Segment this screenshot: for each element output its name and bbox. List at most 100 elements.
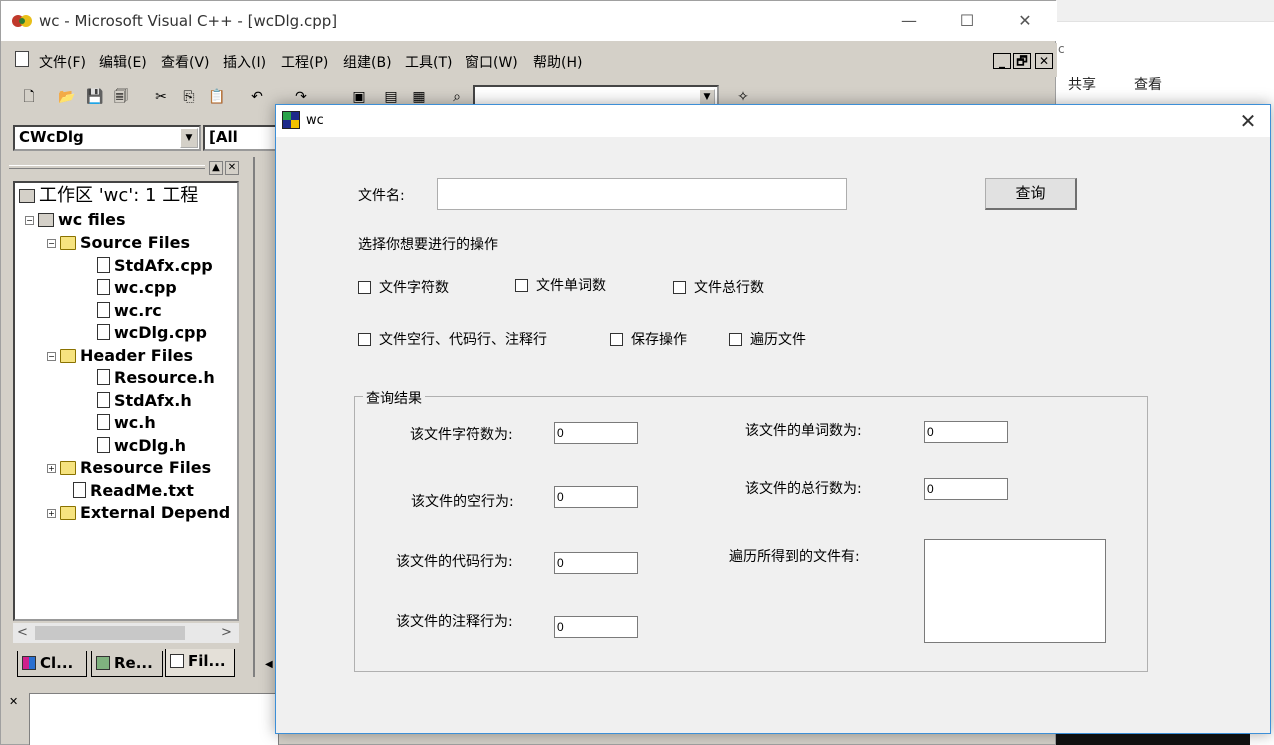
- scrollbar-thumb[interactable]: [35, 626, 185, 640]
- tree-node-workspace[interactable]: 工作区 'wc': 1 工程: [19, 185, 198, 207]
- chevron-left-icon[interactable]: ◀: [265, 659, 273, 670]
- tree-node-file[interactable]: ReadMe.txt: [73, 480, 194, 502]
- dialog-close-button[interactable]: ✕: [1228, 107, 1268, 135]
- tree-node-source-files[interactable]: − Source Files: [47, 232, 190, 254]
- tab-file-view[interactable]: Fil...: [165, 649, 235, 677]
- ribbon-tab-view[interactable]: 查看: [1134, 74, 1162, 94]
- checkbox-char-count[interactable]: 文件字符数: [358, 278, 449, 298]
- tree-node-file[interactable]: wc.h: [97, 412, 156, 434]
- explorer-address-hint: c: [1058, 42, 1065, 56]
- checkbox-box[interactable]: [358, 333, 371, 346]
- tab-resource-view[interactable]: Re...: [91, 651, 163, 677]
- explorer-ribbon: 共享 查看: [1040, 68, 1274, 104]
- maximize-button[interactable]: ☐: [949, 7, 985, 35]
- code-lines-field[interactable]: [554, 552, 638, 574]
- panel-pin-icon[interactable]: ▲: [209, 161, 223, 175]
- checkbox-box[interactable]: [515, 279, 528, 292]
- tree-node-external-depend[interactable]: + External Depend: [47, 502, 230, 524]
- checkbox-line-count[interactable]: 文件总行数: [673, 278, 764, 298]
- menu-view[interactable]: 查看(V): [161, 52, 210, 72]
- h-file-icon: [97, 392, 110, 408]
- expand-icon[interactable]: +: [47, 509, 56, 518]
- query-button[interactable]: 查询: [985, 178, 1077, 210]
- vc-window-title: wc - Microsoft Visual C++ - [wcDlg.cpp]: [39, 12, 338, 30]
- dialog-title-bar: wc ✕: [276, 105, 1270, 137]
- tree-node-resource-files[interactable]: + Resource Files: [47, 457, 211, 479]
- tree-horizontal-scrollbar[interactable]: < >: [13, 623, 239, 643]
- h-file-icon: [97, 414, 110, 430]
- mdi-close-button[interactable]: ✕: [1035, 53, 1053, 69]
- checkbox-save[interactable]: 保存操作: [610, 330, 687, 350]
- tree-node-file[interactable]: wcDlg.cpp: [97, 322, 207, 344]
- folder-icon: [60, 461, 76, 475]
- minimize-button[interactable]: —: [891, 7, 927, 35]
- close-button[interactable]: ✕: [1007, 7, 1043, 35]
- mdi-minimize-button[interactable]: _: [993, 53, 1011, 69]
- checkbox-traverse[interactable]: 遍历文件: [729, 330, 806, 350]
- chevron-down-icon[interactable]: ▼: [180, 128, 198, 148]
- collapse-icon[interactable]: −: [47, 352, 56, 361]
- vc-logo-icon: [12, 15, 32, 27]
- menu-project[interactable]: 工程(P): [281, 52, 328, 72]
- panel-close-icon[interactable]: ✕: [9, 695, 18, 708]
- total-lines-field[interactable]: [924, 478, 1008, 500]
- chevron-left-icon[interactable]: <: [17, 625, 28, 640]
- tree-node-project[interactable]: − wc files: [25, 209, 126, 231]
- comment-lines-field[interactable]: [554, 616, 638, 638]
- member-combo[interactable]: [All class: [203, 125, 283, 151]
- tree-node-file[interactable]: wcDlg.h: [97, 435, 186, 457]
- menu-edit[interactable]: 编辑(E): [99, 52, 147, 72]
- menu-insert[interactable]: 插入(I): [223, 52, 266, 72]
- chevron-down-icon[interactable]: ▼: [699, 89, 715, 105]
- wc-dialog: wc ✕ 文件名: 查询 选择你想要进行的操作 文件字符数 文件单词数 文件总行…: [275, 104, 1271, 734]
- blank-lines-field[interactable]: [554, 486, 638, 508]
- class-combo[interactable]: CWcDlg ▼: [13, 125, 201, 151]
- tab-class-view[interactable]: Cl...: [17, 651, 87, 677]
- save-all-icon[interactable]: 🗐: [111, 87, 131, 107]
- new-file-icon[interactable]: 🗋: [19, 87, 39, 107]
- menu-bar: 文件(F) 编辑(E) 查看(V) 插入(I) 工程(P) 组建(B) 工具(T…: [1, 43, 1057, 77]
- tree-node-file[interactable]: StdAfx.h: [97, 390, 192, 412]
- word-count-field[interactable]: [924, 421, 1008, 443]
- undo-icon[interactable]: ↶: [247, 87, 267, 107]
- checkbox-box[interactable]: [358, 281, 371, 294]
- mdi-restore-button[interactable]: 🗗: [1013, 53, 1031, 69]
- paste-icon[interactable]: 📋: [207, 87, 227, 107]
- workspace-header: ▲ ✕: [7, 159, 241, 177]
- ribbon-tab-share[interactable]: 共享: [1068, 74, 1096, 94]
- filename-label: 文件名:: [358, 188, 405, 204]
- filename-input[interactable]: [437, 178, 847, 210]
- tree-node-header-files[interactable]: − Header Files: [47, 345, 193, 367]
- app-icon: [282, 111, 300, 129]
- tree-node-file[interactable]: wc.cpp: [97, 277, 177, 299]
- tree-node-file[interactable]: Resource.h: [97, 367, 215, 389]
- menu-help[interactable]: 帮助(H): [533, 52, 582, 72]
- document-icon: [15, 51, 29, 67]
- checkbox-line-types[interactable]: 文件空行、代码行、注释行: [358, 330, 547, 350]
- checkbox-box[interactable]: [673, 281, 686, 294]
- menu-tools[interactable]: 工具(T): [405, 52, 452, 72]
- output-text-area[interactable]: [29, 693, 279, 745]
- checkbox-box[interactable]: [729, 333, 742, 346]
- tree-node-file[interactable]: wc.rc: [97, 300, 162, 322]
- expand-icon[interactable]: +: [47, 464, 56, 473]
- chevron-right-icon[interactable]: >: [221, 625, 232, 640]
- tree-node-file[interactable]: StdAfx.cpp: [97, 255, 213, 277]
- cut-icon[interactable]: ✂: [151, 87, 171, 107]
- copy-icon[interactable]: ⎘: [179, 87, 199, 107]
- save-icon[interactable]: 💾: [85, 87, 105, 107]
- cpp-file-icon: [97, 302, 110, 318]
- checkbox-box[interactable]: [610, 333, 623, 346]
- menu-window[interactable]: 窗口(W): [465, 52, 518, 72]
- open-icon[interactable]: 📂: [57, 87, 77, 107]
- menu-file[interactable]: 文件(F): [39, 52, 86, 72]
- traverse-listbox[interactable]: [924, 539, 1106, 643]
- char-count-field[interactable]: [554, 422, 638, 444]
- menu-build[interactable]: 组建(B): [343, 52, 392, 72]
- panel-close-icon[interactable]: ✕: [225, 161, 239, 175]
- checkbox-word-count[interactable]: 文件单词数: [515, 276, 606, 296]
- collapse-icon[interactable]: −: [47, 239, 56, 248]
- panel-grip[interactable]: [9, 165, 205, 169]
- collapse-icon[interactable]: −: [25, 216, 34, 225]
- project-icon: [38, 213, 54, 227]
